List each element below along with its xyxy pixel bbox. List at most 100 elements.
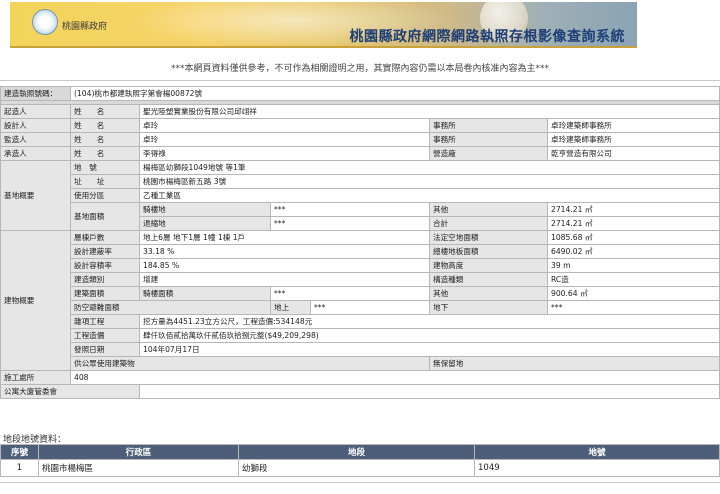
issue-date-label: 發照日期	[70, 342, 140, 357]
height-label: 建物高度	[429, 258, 548, 273]
building-area-row: 建築面積 騎樓面積 *** 其他 900.64 ㎡	[1, 286, 720, 301]
structure-label: 構造種類	[429, 272, 548, 287]
shelter-above-value: ***	[310, 300, 430, 315]
building-shelter-row: 防空避難面積 地上 *** 地下 ***	[1, 300, 720, 315]
coverage-value: 33.18 %	[139, 244, 430, 259]
building-category-row: 建造類別 增建 構造種類 RC造	[1, 272, 720, 287]
owner-name-label: 姓 名	[70, 104, 140, 119]
build-area-label: 建築面積	[70, 286, 140, 301]
structure-value: RC造	[546, 272, 720, 287]
designer-office-label: 事務所	[429, 118, 548, 133]
total-floor-label: 總樓地板面積	[429, 244, 548, 259]
supervisor-office: 卓玲建築師事務所	[546, 132, 720, 147]
supervisor-row: 監造人 姓 名 卓玲 事務所 卓玲建築師事務所	[0, 132, 720, 147]
site-total-value: 2714.21 ㎡	[546, 216, 720, 231]
site-summary-label: 基地概要	[0, 160, 71, 231]
site-lot: 楊梅區幼獅段1049地號 等1筆	[138, 160, 720, 175]
total-floor-value: 6490.02 ㎡	[546, 244, 720, 259]
lot-district: 桃園市楊梅區	[38, 459, 239, 477]
floors-label: 層棟戶數	[70, 230, 140, 245]
lot-table: 序號 行政區 地段 地號 1 桃園市楊梅區 幼獅段 1049	[0, 444, 720, 477]
building-misc-row: 雜項工程 挖方量為4451.23立方公尺，工程造價:534148元	[1, 314, 720, 329]
designer-name-label: 姓 名	[70, 118, 140, 133]
cost-label: 工程造價	[70, 328, 140, 343]
building-floors-row: 建物概要 層棟戶數 地上6層 地下1層 1幢 1棟 1戶 法定空地面積 1085…	[0, 230, 720, 371]
designer-name: 卓玲	[139, 118, 430, 133]
supervisor-name-label: 姓 名	[70, 132, 140, 147]
county-logo-icon	[32, 9, 58, 35]
arcade-area-value: ***	[270, 286, 430, 301]
lot-seq: 1	[0, 459, 39, 477]
permit-number-label: 建造執照號碼：	[0, 86, 71, 101]
construction-place-label: 施工處所	[0, 370, 71, 385]
far-value: 184.85 %	[139, 258, 430, 273]
shelter-above-label: 地上	[270, 300, 311, 315]
system-title: 桃園縣政府網際網路執照存根影像查詢系統	[349, 29, 625, 45]
coverage-label: 設計建蔽率	[70, 244, 140, 259]
floors-value: 地上6層 地下1層 1幢 1棟 1戶	[139, 230, 430, 245]
site-lot-row: 基地概要 地 號 楊梅區幼獅段1049地號 等1筆	[0, 160, 720, 231]
build-other-value: 900.64 ㎡	[546, 286, 720, 301]
shelter-below-label: 地下	[429, 300, 548, 315]
site-address-label: 址 址	[70, 174, 140, 189]
permit-detail-table: 建造執照號碼： (104)桃市都建執照字第會楊00872號 起造人 姓 名 聖光…	[0, 86, 720, 399]
site-zoning-label: 使用分區	[70, 188, 140, 203]
misc-label: 雜項工程	[70, 314, 140, 329]
site-zoning: 乙種工業區	[138, 188, 720, 203]
header-banner: 桃園縣政府 桃園縣政府網際網路執照存根影像查詢系統	[10, 2, 637, 48]
table-row: 1 桃園市楊梅區 幼獅段 1049	[0, 459, 720, 477]
build-other-label: 其他	[429, 286, 548, 301]
contractor-name: 李得祿	[139, 146, 430, 161]
owner-row: 起造人 姓 名 聖光陸塑實業股份有限公司邱翊祥	[0, 104, 720, 119]
disclaimer-notice: ***本網頁資料僅供參考，不可作為相關證明之用，其實際內容仍需以本局卷內核准內容…	[170, 64, 549, 74]
construction-place-row: 施工處所 408	[0, 370, 720, 385]
contractor-firm: 乾亨營造有限公司	[546, 146, 720, 161]
arcade-area-label: 騎樓面積	[139, 286, 271, 301]
site-address-row: 址 址 桃園市楊梅區新五路 3號	[1, 174, 720, 189]
building-far-row: 設計容積率 184.85 % 建物高度 39 m	[1, 258, 720, 273]
owner-name: 聖光陸塑實業股份有限公司邱翊祥	[138, 104, 720, 119]
contractor-label: 承造人	[0, 146, 71, 161]
designer-label: 設計人	[0, 118, 71, 133]
apartment-committee-value	[138, 384, 720, 399]
misc-value: 挖方量為4451.23立方公尺，工程造價:534148元	[138, 314, 720, 329]
building-coverage-row: 設計建蔽率 33.18 % 總樓地板面積 6490.02 ㎡	[1, 244, 720, 259]
site-lot-label: 地 號	[70, 160, 140, 175]
designer-office: 卓玲建築師事務所	[546, 118, 720, 133]
category-label: 建造類別	[70, 272, 140, 287]
shelter-below-value: ***	[546, 300, 720, 315]
supervisor-name: 卓玲	[139, 132, 430, 147]
site-zoning-row: 使用分區 乙種工業區	[1, 188, 720, 203]
legal-area-label: 法定空地面積	[429, 230, 548, 245]
site-arcade-label: 騎樓地	[139, 202, 271, 217]
site-other-value: 2714.21 ㎡	[546, 202, 720, 217]
permit-number-row: 建造執照號碼： (104)桃市都建執照字第會楊00872號	[0, 86, 720, 101]
site-total-label: 合計	[429, 216, 548, 231]
site-area-label: 基地面積	[70, 202, 140, 231]
cost-value: 肆仟玖佰貳拾萬玖仟貳佰玖拾捌元整($49,209,298)	[138, 328, 720, 343]
supervisor-office-label: 事務所	[429, 132, 548, 147]
apartment-row: 公寓大廈管委會	[0, 384, 720, 399]
owner-label: 起造人	[0, 104, 71, 119]
height-value: 39 m	[546, 258, 720, 273]
lot-table-header: 序號 行政區 地段 地號	[0, 444, 720, 460]
divider	[0, 80, 720, 81]
supervisor-label: 監造人	[0, 132, 71, 147]
far-label: 設計容積率	[70, 258, 140, 273]
site-setback-label: 退縮地	[139, 216, 271, 231]
permit-number-value: (104)桃市都建執照字第會楊00872號	[69, 86, 720, 101]
building-summary-label: 建物概要	[0, 230, 71, 371]
legal-area-value: 1085.68 ㎡	[546, 230, 720, 245]
site-arcade-value: ***	[270, 202, 430, 217]
shelter-label: 防空避難面積	[70, 300, 271, 315]
apartment-committee-label: 公寓大廈管委會	[0, 384, 140, 399]
designer-row: 設計人 姓 名 卓玲 事務所 卓玲建築師事務所	[0, 118, 720, 133]
lot-header-section: 地段	[238, 444, 475, 460]
site-arcade-row: 基地面積 騎樓地 *** 其他 2714.21 ㎡	[1, 202, 720, 231]
logo-text: 桃園縣政府	[62, 22, 108, 32]
contractor-firm-label: 營造廠	[429, 146, 548, 161]
building-cost-row: 工程造價 肆仟玖佰貳拾萬玖仟貳佰玖拾捌元整($49,209,298)	[1, 328, 720, 343]
lot-header-lot: 地號	[474, 444, 720, 460]
contractor-row: 承造人 姓 名 李得祿 營造廠 乾亨營造有限公司	[0, 146, 720, 161]
public-use-label: 供公眾使用建築物	[70, 356, 430, 371]
